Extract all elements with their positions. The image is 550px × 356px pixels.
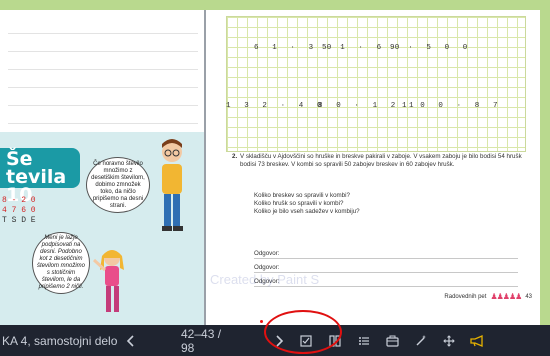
section-title: Še tevila 10	[0, 148, 80, 205]
magic-wand-button[interactable]	[410, 325, 432, 356]
chevron-left-icon	[126, 334, 134, 347]
page-number: 43	[525, 293, 532, 300]
prev-page-button[interactable]	[120, 325, 142, 356]
list-button[interactable]	[353, 325, 375, 356]
frame-right	[540, 0, 550, 325]
frame-top	[0, 0, 550, 10]
left-page: Še tevila 10 8 - 2 0 4 7 6 0 T S D E Če …	[0, 10, 204, 325]
highlight-circle	[264, 310, 342, 354]
speech-bubble-boy: Če noravno število množimo z desetiškim …	[86, 157, 150, 213]
boy-illustration	[162, 139, 183, 231]
page-footer: Radovednih pet ♟♟♟♟♟ 43	[444, 292, 532, 301]
question-1: Koliko breskev so spravili v kombi?	[254, 192, 350, 199]
question-2: Koliko hrušk so spravili v kombi?	[254, 200, 344, 207]
page-indicator: 42–43 / 98	[181, 326, 222, 355]
watermark: Created by Paint S	[210, 272, 320, 287]
equation: 1 0 0 · 8 7	[402, 102, 503, 110]
math-grid	[226, 16, 526, 152]
place-row-1: 8 - 2 0	[2, 196, 36, 205]
list-icon	[359, 336, 369, 345]
move-button[interactable]	[438, 325, 460, 356]
footer-text: Radovednih pet	[444, 293, 487, 300]
equation: 1 3 2 · 4 0	[226, 102, 327, 110]
equation: 9 · 5 0 0	[390, 44, 472, 52]
girl-illustration	[92, 250, 124, 312]
place-row-2: 4 7 6 0	[2, 206, 36, 215]
speech-bubble-girl: Meni je lažje podpisovati na desni. Podo…	[32, 232, 90, 294]
place-value-table: 8 - 2 0 4 7 6 0 T S D E	[2, 196, 58, 226]
cursor-dot	[260, 320, 263, 323]
place-row-3: T S D E	[2, 216, 36, 225]
briefcase-button[interactable]	[381, 325, 403, 356]
task-2: 2. V skladišču v Ajdovščini so hruške in…	[232, 153, 530, 169]
magic-wand-icon	[416, 334, 426, 345]
writing-lines	[8, 16, 198, 124]
move-icon	[443, 334, 455, 347]
document-title[interactable]: KA 4, samostojni delov...	[2, 325, 117, 356]
question-3: Koliko je bilo vseh sadežev v kombiju?	[254, 208, 360, 215]
megaphone-icon	[470, 334, 483, 347]
answer-line-1[interactable]: Odgovor:	[254, 250, 518, 259]
task-text: V skladišču v Ajdovščini so hruške in br…	[240, 153, 522, 168]
right-page: 6 1 · 3 0 5 1 · 6 0 9 · 5 0 0 1 3 2 · 4 …	[206, 10, 540, 325]
kids-logo-icon: ♟♟♟♟♟	[490, 292, 522, 301]
megaphone-button[interactable]	[466, 325, 488, 356]
task-number: 2.	[232, 153, 238, 160]
briefcase-icon	[385, 335, 399, 347]
